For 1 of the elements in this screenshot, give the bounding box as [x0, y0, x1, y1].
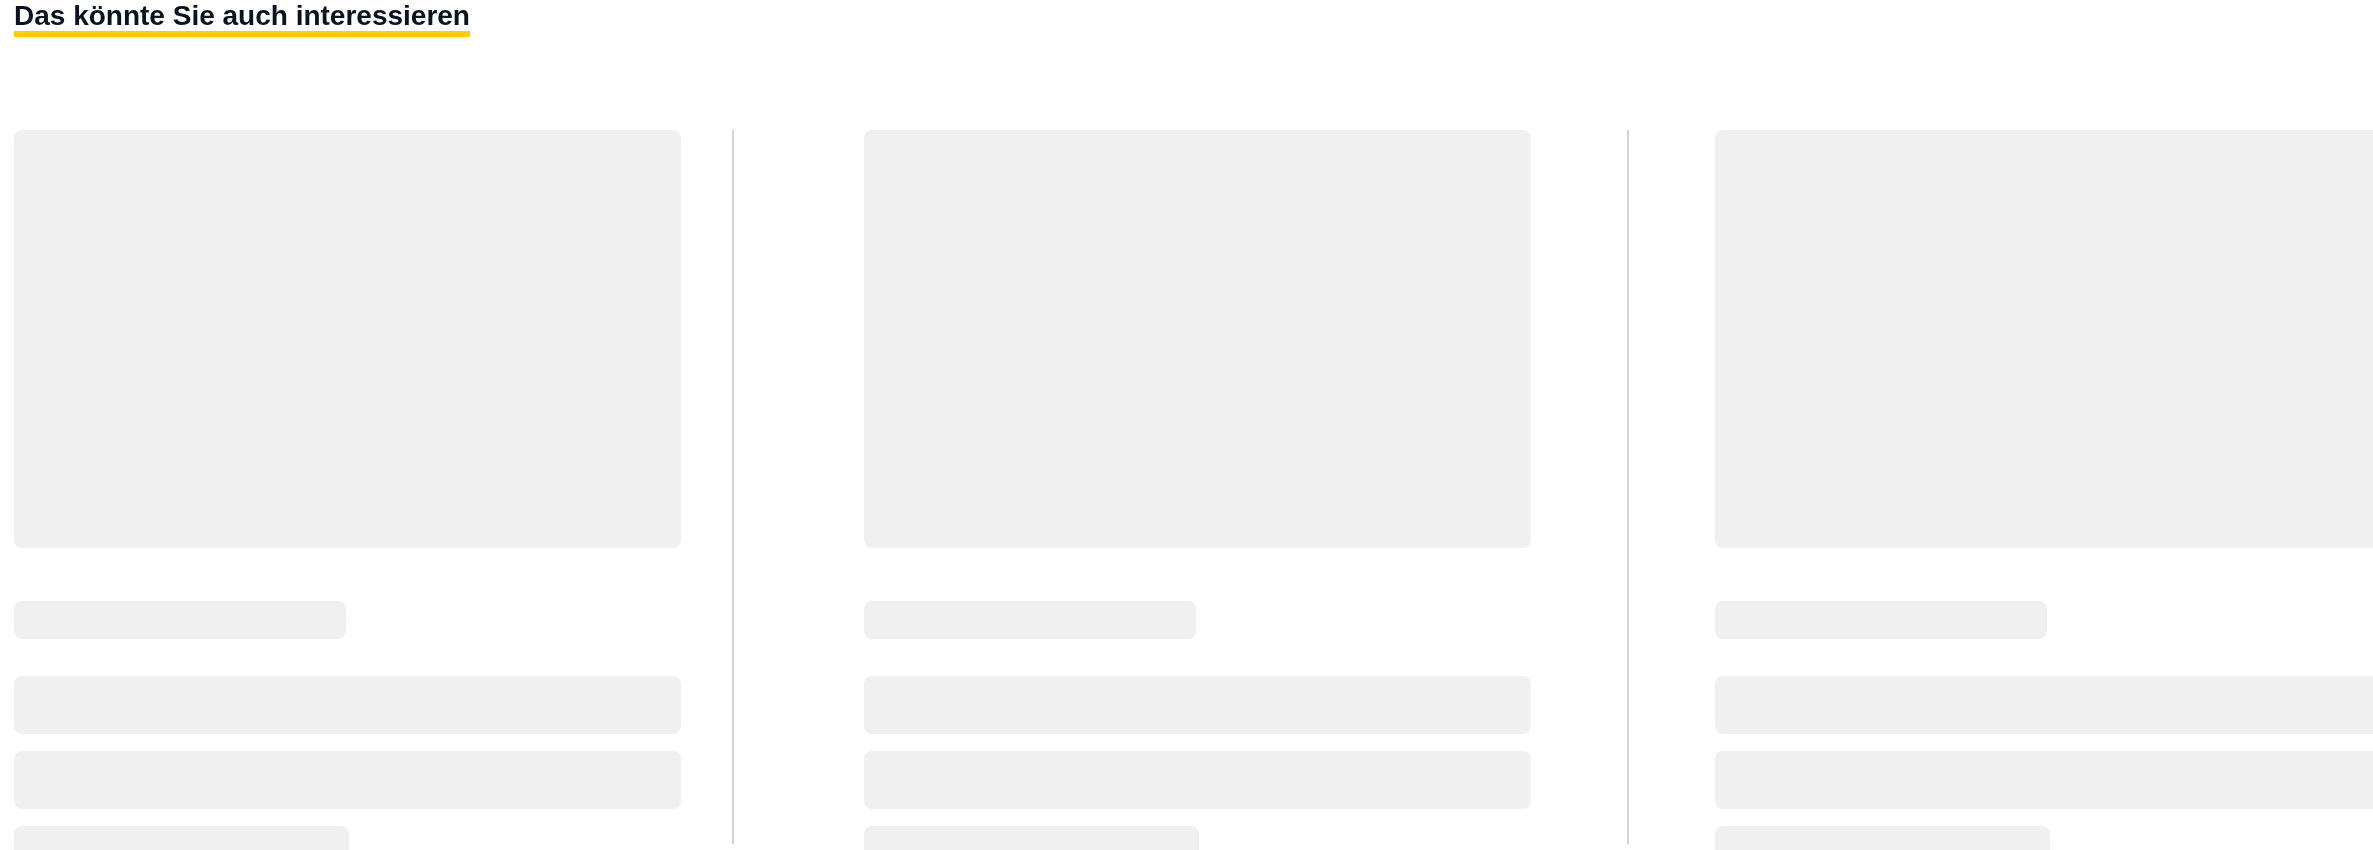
section-title: Das könnte Sie auch interessieren	[14, 0, 470, 31]
